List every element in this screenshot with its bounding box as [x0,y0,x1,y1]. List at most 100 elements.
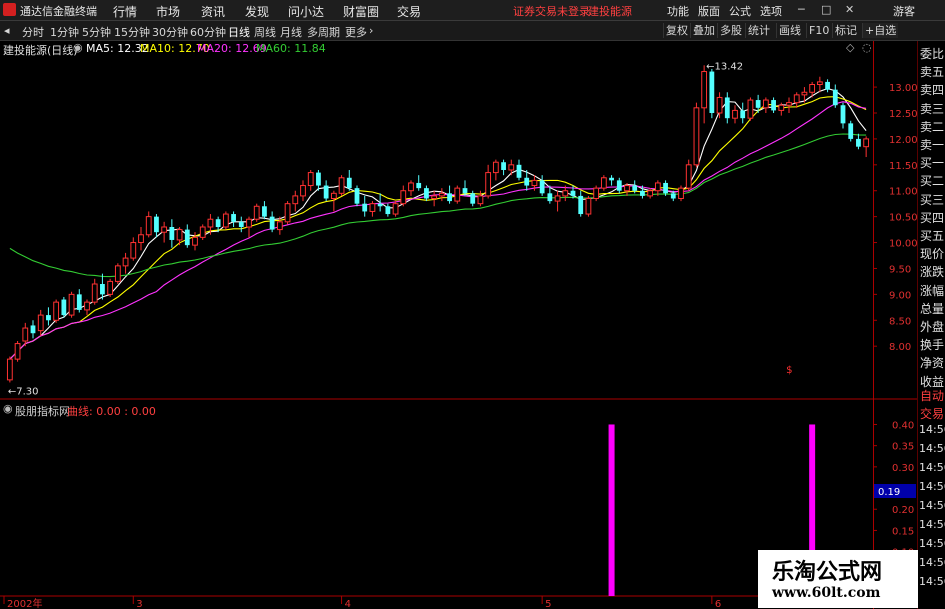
tick-time: 14:56 [919,480,945,493]
period-30min[interactable]: 30分钟 [152,24,188,40]
panel-item-7: 买二 [920,174,945,189]
indicator-tick-label: 0.25 [892,484,914,495]
candle-body-up [732,109,738,119]
period-daily[interactable]: 日线 [228,24,250,40]
candle-body-down [740,110,746,119]
tick-time: 14:56 [919,423,945,436]
candle-body-down [238,221,244,227]
stock-link[interactable]: 建投能源 [588,3,632,19]
cursor-value-box [874,484,916,498]
period-60min[interactable]: 60分钟 [190,24,226,40]
candle-body-down [670,193,676,199]
period-15min[interactable]: 15分钟 [114,24,150,40]
date-tick-label: 6 [715,599,721,609]
panel-item-5: 卖一 [920,138,945,152]
period-weekly[interactable]: 周线 [254,24,276,40]
stock-title[interactable]: 建投能源(日线) [3,42,78,58]
candle-body-up [222,213,229,228]
candle-body-down [663,182,668,194]
maximize-icon[interactable]: □ [821,3,831,16]
candle-body-up [307,172,314,187]
candle-body-up [585,198,592,215]
tool-f10[interactable]: F10 [806,23,831,38]
minimize-icon[interactable]: ─ [798,3,805,16]
tick-time: 14:56 [919,556,945,569]
low-price-label: ←7.30 [8,386,39,397]
indicator-dropdown-icon[interactable]: ◉ [3,402,13,415]
candle-body-down [184,229,190,246]
candle-body-down [616,180,622,191]
close-icon[interactable]: ✕ [845,3,854,16]
panel-item-8: 买三 [920,192,945,207]
candle-body-down [76,294,82,310]
candle-body-up [53,301,60,321]
candle-body-up [647,190,654,197]
candle-body-up [392,203,399,215]
period-monthly[interactable]: 月线 [280,24,302,40]
cursor-value-label: 0.19 [878,487,900,498]
period-multi[interactable]: 多周期 [307,24,340,40]
period-1min[interactable]: 1分钟 [50,24,79,40]
menu-market[interactable]: 市场 [156,3,180,20]
panel-item-1: 卖五 [920,65,945,80]
tool-draw-line[interactable]: 画线 [776,23,803,38]
tool-add-watchlist[interactable]: +自选 [862,23,899,38]
menu-formula[interactable]: 公式 [729,3,751,19]
tool-multi-stock[interactable]: 多股 [717,23,744,38]
toolbar-back-icon[interactable]: ◂ [4,24,10,37]
menu-ask[interactable]: 问小达 [288,3,324,20]
price-tick-label: 9.00 [889,290,911,301]
more-chevron-icon[interactable]: › [369,24,373,37]
candle-body-up [292,195,299,205]
candle-body-up [531,179,538,187]
menu-trade[interactable]: 交易 [397,3,421,20]
indicator-name[interactable]: 股朋指标网 [15,403,70,419]
candle-body-down [447,193,452,202]
dropdown-icon[interactable]: ◉ [73,41,83,54]
candle-body-up [693,107,700,166]
candle-body-up [716,96,723,114]
tool-statistics[interactable]: 统计 [745,23,772,38]
chart-canvas[interactable]: 13.00 12.50 12.00 11.50 11.00 10.50 10.00 9.50 9… [0,0,945,609]
user-label[interactable]: 游客 [893,3,915,19]
chart-labels: ←13.42 ←7.30 $ [8,61,793,397]
panel-item-20[interactable]: 交易 [920,405,944,422]
candle-body-up [68,293,75,316]
period-5min[interactable]: 5分钟 [82,24,111,40]
candle-body-down [709,71,715,113]
panel-item-16: 换手 [920,338,945,353]
chart-settings-icon[interactable]: ◇ [846,41,854,54]
menu-info[interactable]: 资讯 [201,3,225,20]
candle-body-down [61,299,67,316]
candle-body-up [654,182,661,192]
candle-body-up [492,161,499,174]
panel-item-19[interactable]: 自动 [920,387,944,404]
candle-body-down [825,81,830,90]
candle-body-up [207,218,214,228]
candle-body-up [138,234,144,244]
panel-item-3: 卖三 [920,101,945,116]
candle-body-down [269,216,275,230]
tool-restore-rights[interactable]: 复权 [663,23,690,38]
menu-discover[interactable]: 发现 [245,3,269,20]
menu-function[interactable]: 功能 [667,3,689,19]
tool-mark[interactable]: 标记 [832,23,859,38]
period-more[interactable]: 更多 [345,24,367,40]
candle-body-down [501,162,506,170]
candle-body-up [22,327,29,342]
candle-body-up [678,187,684,200]
menu-quotes[interactable]: 行情 [113,3,137,20]
price-tick-label: 8.00 [889,342,911,353]
menu-options[interactable]: 选项 [760,3,782,19]
candle-body-down [524,177,530,186]
tick-time: 14:56 [919,499,945,512]
login-warning[interactable]: 证券交易未登录 [513,3,590,19]
menu-bar: 通达信金融终端 行情 市场 资讯 发现 问小达 财富圈 交易 证券交易未登录 建… [0,0,945,21]
candle-body-up [762,99,769,109]
tool-overlay[interactable]: 叠加 [690,23,717,38]
menu-layout[interactable]: 版面 [698,3,720,19]
period-intraday[interactable]: 分时 [22,24,44,40]
watermark-url: www.60lt.com [772,585,881,601]
chart-zoom-icon[interactable]: ◌ [862,41,872,54]
menu-wealth[interactable]: 财富圈 [343,3,379,20]
